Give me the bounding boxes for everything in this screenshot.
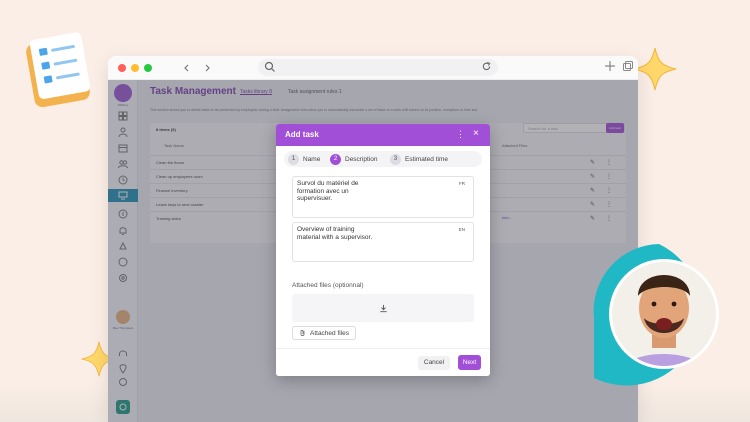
step-number: 2 — [330, 153, 341, 165]
browser-titlebar — [108, 56, 638, 80]
step-label: Name — [303, 155, 321, 163]
browser-window: Shiftvvy Max Thompson Task Management Ta… — [108, 56, 638, 422]
close-window-dot[interactable] — [118, 63, 126, 72]
step-number: 1 — [288, 153, 299, 165]
download-icon — [379, 304, 387, 312]
step-description[interactable]: 2 Description — [330, 153, 378, 165]
new-tab-icon[interactable] — [604, 60, 616, 72]
minimize-window-dot[interactable] — [131, 63, 139, 72]
modal-header: Add task ⋮ × — [276, 124, 490, 146]
reload-icon[interactable] — [481, 61, 492, 72]
modal-body: Survol du matériel de formation avec un … — [276, 172, 490, 348]
forward-icon[interactable] — [198, 59, 216, 77]
paperclip-icon — [300, 329, 305, 337]
back-icon[interactable] — [178, 59, 196, 77]
file-dropzone[interactable] — [292, 294, 474, 322]
person-photo — [593, 244, 719, 386]
tabs-overview-icon[interactable] — [622, 60, 634, 72]
modal-footer: Cancel Next — [276, 348, 490, 376]
description-field-fr[interactable]: Survol du matériel de formation avec un … — [292, 176, 474, 218]
checklist-icon — [26, 32, 90, 108]
star-icon — [633, 47, 677, 91]
step-number: 3 — [390, 153, 401, 165]
step-name[interactable]: 1 Name — [288, 153, 320, 165]
description-text: Survol du matériel de formation avec un … — [297, 180, 359, 202]
step-estimated-time[interactable]: 3 Estimated time — [390, 153, 448, 165]
next-button[interactable]: Next — [458, 355, 481, 370]
add-task-modal: Add task ⋮ × 1 Name 2 Description 3 Esti… — [276, 124, 490, 376]
cancel-button[interactable]: Cancel — [418, 356, 450, 370]
description-text: Overview of training material with a sup… — [297, 226, 373, 241]
step-label: Description — [345, 155, 378, 163]
step-label: Estimated time — [405, 155, 448, 163]
search-icon — [264, 61, 275, 72]
language-code: FR — [459, 181, 465, 186]
description-field-en[interactable]: Overview of training material with a sup… — [292, 222, 474, 262]
more-options-icon[interactable]: ⋮ — [456, 129, 465, 140]
maximize-window-dot[interactable] — [144, 63, 152, 72]
stepper: 1 Name 2 Description 3 Estimated time — [284, 151, 482, 167]
attached-files-label: Attached files (optionnal) — [292, 282, 364, 289]
attach-files-label: Attached files — [310, 329, 350, 337]
attach-files-button[interactable]: Attached files — [292, 326, 357, 340]
close-icon[interactable]: × — [473, 128, 479, 139]
language-code: EN — [458, 227, 465, 232]
address-bar[interactable] — [258, 59, 498, 76]
modal-title: Add task — [285, 130, 319, 139]
